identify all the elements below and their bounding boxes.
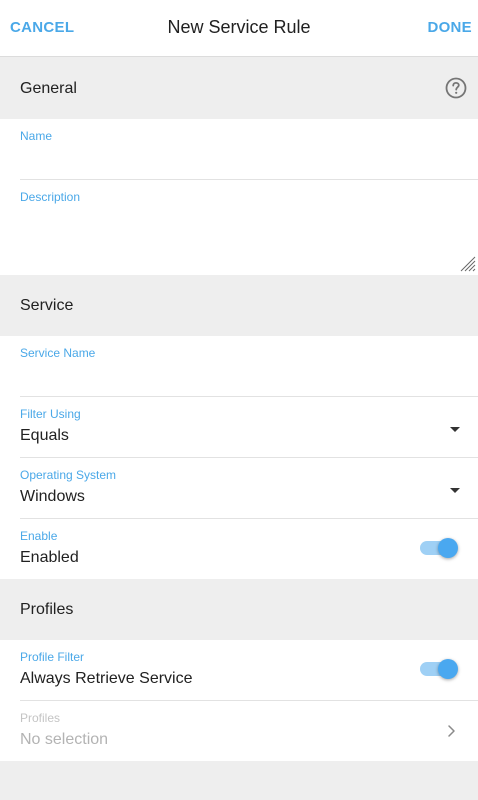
enable-value: Enabled <box>20 549 79 566</box>
section-general-title: General <box>20 80 77 97</box>
section-service-title: Service <box>20 297 74 314</box>
enable-field: Enable Enabled <box>0 519 478 579</box>
name-label: Name <box>20 129 53 143</box>
operating-system-value: Windows <box>20 488 85 505</box>
service-name-label: Service Name <box>20 346 96 360</box>
filter-using-value: Equals <box>20 427 69 444</box>
resize-handle-icon[interactable] <box>460 256 476 272</box>
enable-label: Enable <box>20 529 58 543</box>
name-field[interactable]: Name <box>0 119 478 180</box>
help-icon[interactable] <box>445 77 467 99</box>
profile-filter-field: Profile Filter Always Retrieve Service <box>0 640 478 701</box>
profiles-label: Profiles <box>20 711 61 725</box>
caret-down-icon[interactable] <box>450 427 460 432</box>
description-field[interactable]: Description <box>0 180 478 275</box>
section-general-header: General <box>0 58 478 119</box>
section-service-header: Service <box>0 275 478 336</box>
top-app-bar: CANCEL New Service Rule DONE <box>0 0 478 57</box>
description-label: Description <box>20 190 81 204</box>
toggle-thumb[interactable] <box>438 659 458 679</box>
filter-using-label: Filter Using <box>20 407 81 421</box>
profiles-value: No selection <box>20 731 109 748</box>
caret-down-icon[interactable] <box>450 488 460 493</box>
profile-filter-toggle[interactable] <box>420 659 458 679</box>
done-button[interactable]: DONE <box>427 19 472 36</box>
toggle-thumb[interactable] <box>438 538 458 558</box>
filter-using-select[interactable]: Filter Using Equals <box>0 397 478 458</box>
profile-filter-value: Always Retrieve Service <box>20 670 193 687</box>
operating-system-select[interactable]: Operating System Windows <box>0 458 478 519</box>
profile-filter-label: Profile Filter <box>20 650 85 664</box>
enable-toggle[interactable] <box>420 538 458 558</box>
chevron-right-icon[interactable] <box>447 724 456 738</box>
section-profiles-title: Profiles <box>20 601 74 618</box>
service-name-field[interactable]: Service Name <box>0 336 478 397</box>
profiles-selector[interactable]: Profiles No selection <box>0 701 478 761</box>
section-profiles-header: Profiles <box>0 579 478 640</box>
operating-system-label: Operating System <box>20 468 117 482</box>
cancel-button[interactable]: CANCEL <box>10 19 74 36</box>
